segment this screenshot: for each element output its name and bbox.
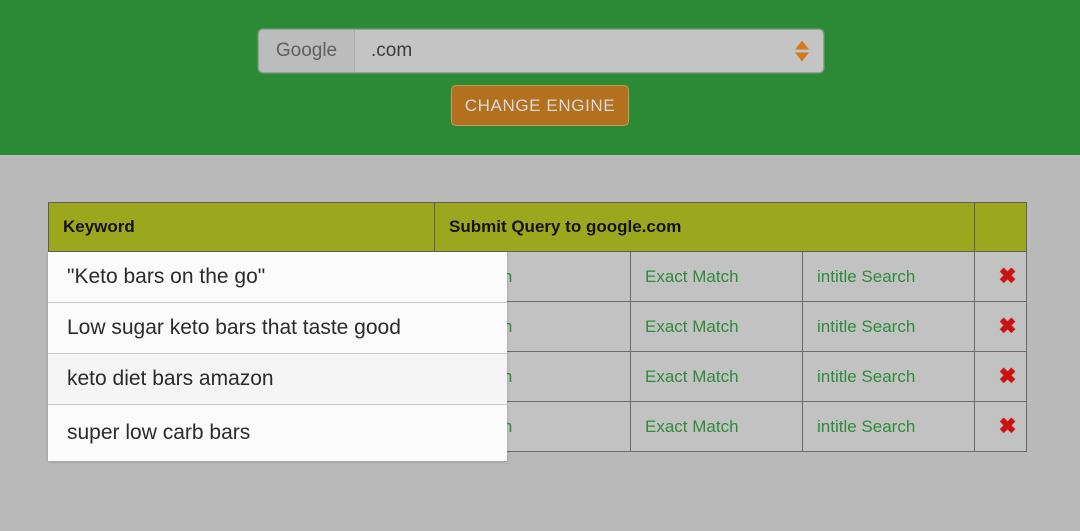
cell-delete[interactable]: ✖ (974, 301, 1027, 352)
table-header-row: Keyword Submit Query to google.com (48, 202, 1027, 252)
cell-exact-match-link[interactable]: Exact Match (630, 251, 803, 302)
cell-intitle-search-link[interactable]: intitle Search (802, 251, 975, 302)
cell-intitle-search-link[interactable]: intitle Search (802, 401, 975, 452)
engine-selection-bar: Google .com CHANGE ENGINE (0, 0, 1080, 155)
column-header-keyword: Keyword (48, 202, 435, 252)
list-item[interactable]: keto diet bars amazon (48, 354, 507, 405)
chevron-down-icon[interactable] (795, 52, 809, 62)
engine-select-group[interactable]: Google .com (258, 29, 824, 73)
chevron-up-icon[interactable] (795, 40, 809, 50)
cell-intitle-search-link[interactable]: intitle Search (802, 351, 975, 402)
cell-exact-match-link[interactable]: Exact Match (630, 351, 803, 402)
cell-exact-match-link[interactable]: Exact Match (630, 301, 803, 352)
cell-intitle-search-link[interactable]: intitle Search (802, 301, 975, 352)
delete-row-icon[interactable]: ✖ (999, 266, 1017, 287)
spinner-arrows-icon[interactable] (795, 40, 809, 62)
tld-select-value: .com (371, 40, 413, 61)
delete-row-icon[interactable]: ✖ (999, 416, 1017, 437)
cell-delete[interactable]: ✖ (974, 251, 1027, 302)
tld-select[interactable]: .com (355, 30, 823, 72)
keyword-suggestion-list[interactable]: "Keto bars on the go" Low sugar keto bar… (48, 252, 507, 461)
cell-delete[interactable]: ✖ (974, 351, 1027, 402)
list-item[interactable]: Low sugar keto bars that taste good (48, 303, 507, 354)
column-header-delete (974, 202, 1027, 252)
change-engine-button[interactable]: CHANGE ENGINE (451, 85, 629, 126)
list-item[interactable]: "Keto bars on the go" (48, 252, 507, 303)
delete-row-icon[interactable]: ✖ (999, 316, 1017, 337)
delete-row-icon[interactable]: ✖ (999, 366, 1017, 387)
cell-delete[interactable]: ✖ (974, 401, 1027, 452)
engine-prefix-label: Google (259, 30, 355, 72)
column-header-submit-query: Submit Query to google.com (434, 202, 975, 252)
list-item[interactable]: super low carb bars (48, 405, 507, 461)
cell-exact-match-link[interactable]: Exact Match (630, 401, 803, 452)
